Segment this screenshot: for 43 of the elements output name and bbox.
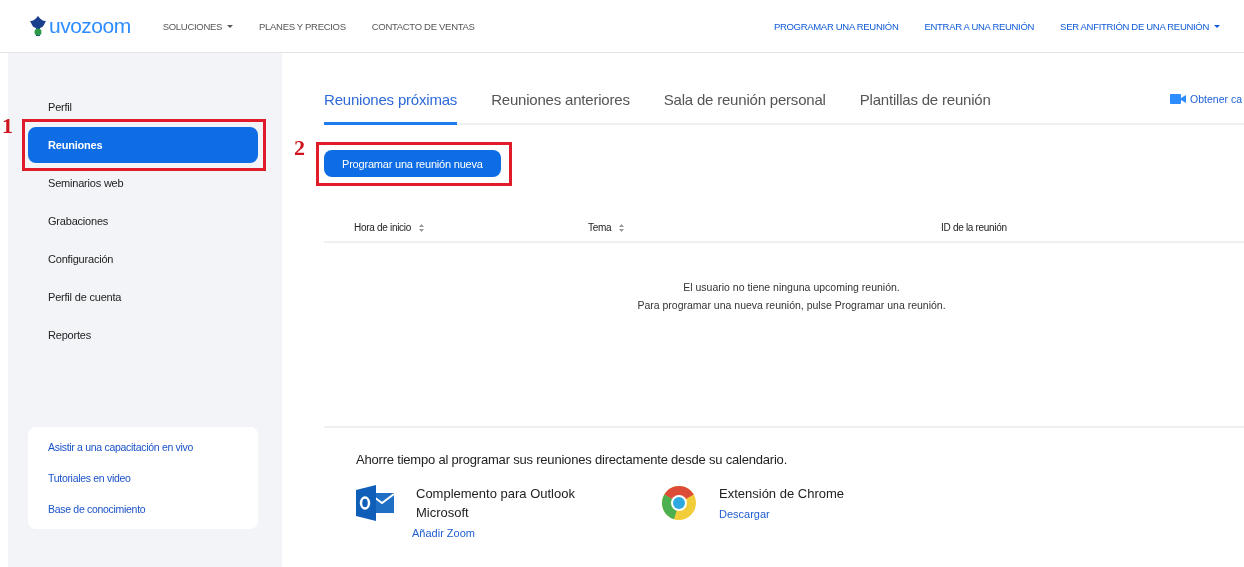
integration-title: Complemento para Outlook Microsoft (416, 485, 576, 522)
column-header[interactable]: ID de la reunión (941, 222, 1175, 233)
help-link[interactable]: Asistir a una capacitación en vivo (48, 441, 238, 453)
sidebar-item[interactable]: Perfil (28, 89, 258, 125)
sidebar-item[interactable]: Reuniones (28, 127, 258, 163)
empty-message: Para programar una nueva reunión, pulse Programar una reunión. (637, 299, 946, 311)
column-header[interactable]: Tema (588, 222, 822, 233)
mail-app-icon (356, 485, 394, 521)
nav-link[interactable]: PROGRAMAR UNA REUNIÓN (773, 20, 899, 32)
get-link[interactable]: Obtener ca (1170, 93, 1242, 123)
tab[interactable]: Reuniones anteriores (491, 91, 630, 125)
sidebar-item[interactable]: Perfil de cuenta (28, 279, 258, 315)
sort-icon (418, 223, 424, 232)
sidebar-item[interactable]: Configuración (28, 241, 258, 277)
sidebar-item[interactable]: Grabaciones (28, 203, 258, 239)
browser-icon (661, 485, 697, 521)
caret-icon (227, 24, 233, 28)
nav-link[interactable]: CONTACTO DE VENTAS (371, 20, 475, 32)
sort-icon (619, 223, 625, 232)
calendar-heading: Ahorre tiempo al programar sus reuniones directamente desde su calendario. (356, 452, 789, 467)
sidebar-item[interactable]: Reportes (28, 317, 258, 353)
sidebar-item[interactable]: Seminarios web (28, 165, 258, 201)
tab[interactable]: Plantillas de reunión (859, 91, 991, 125)
nav-link[interactable]: SOLUCIONES (162, 20, 233, 32)
caret-icon (1214, 24, 1220, 28)
link-text[interactable]: Obtener ca (1190, 93, 1242, 105)
video-camera-icon (1170, 94, 1187, 104)
tab[interactable]: Reuniones próximas (324, 91, 458, 125)
integration-title: Extensión de Chrome (719, 485, 845, 503)
logo-icon (28, 15, 48, 37)
column-header[interactable]: Hora de inicio (354, 222, 588, 233)
step-number: 2 (294, 137, 305, 159)
tab[interactable]: Sala de reunión personal (663, 91, 826, 125)
integration-link[interactable]: Añadir Zoom (412, 526, 606, 539)
help-link[interactable]: Tutoriales en video (48, 472, 238, 484)
help-link[interactable]: Base de conocimiento (48, 503, 238, 515)
nav-link[interactable]: SER ANFITRIÓN DE UNA REUNIÓN (1060, 20, 1220, 32)
nav-link[interactable]: ENTRAR A UNA REUNIÓN (924, 20, 1035, 32)
schedule-button[interactable]: Programar una reunión nueva (324, 150, 501, 177)
empty-message: El usuario no tiene ninguna upcoming reunión. (683, 281, 900, 293)
step-number: 1 (2, 115, 13, 137)
integration-link[interactable]: Descargar (719, 507, 909, 520)
nav-link[interactable]: PLANES Y PRECIOS (259, 20, 346, 32)
